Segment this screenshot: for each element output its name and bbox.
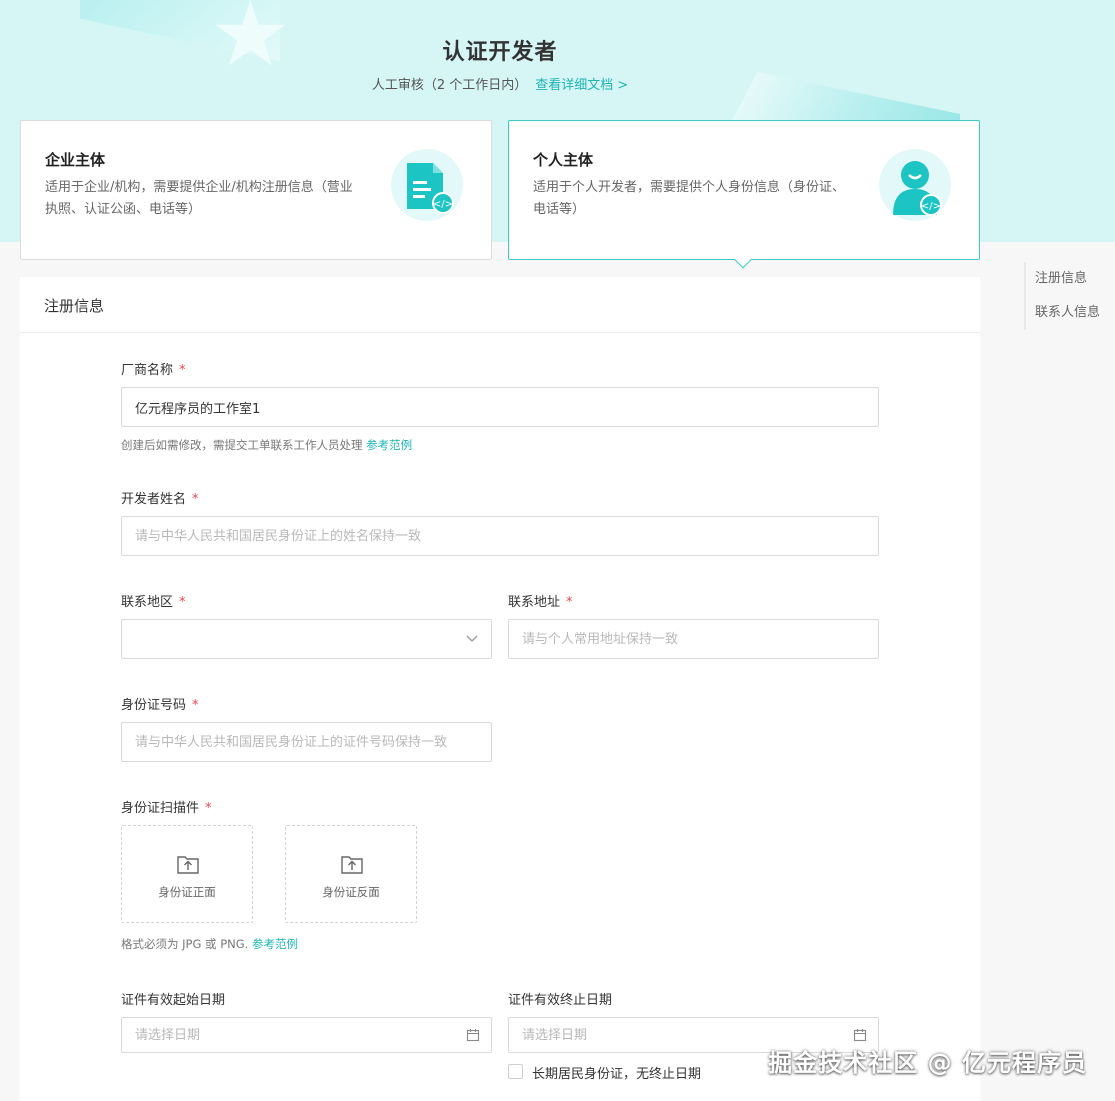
person-code-icon: </> xyxy=(879,149,951,221)
anchor-registration-info[interactable]: 注册信息 xyxy=(1035,262,1100,296)
svg-text:</>: </> xyxy=(921,201,941,212)
example-link[interactable]: 参考范例 xyxy=(366,438,412,452)
folder-upload-icon xyxy=(177,856,199,874)
svg-text:</>: </> xyxy=(433,199,453,210)
section-title: 注册信息 xyxy=(20,277,980,333)
label-text: 联系地址 xyxy=(508,595,561,610)
page-subtitle: 人工审核（2 个工作日内） 查看详细文档 > xyxy=(0,74,1000,93)
region-select[interactable] xyxy=(121,619,492,659)
vendor-name-input[interactable] xyxy=(121,387,879,427)
id-scan-hint: 格式必须为 JPG 或 PNG. 参考范例 xyxy=(121,936,298,952)
valid-start-label: 证件有效起始日期 xyxy=(121,993,226,1008)
valid-start-input[interactable] xyxy=(121,1017,492,1053)
registration-panel: 注册信息 厂商名称 * 创建后如需修改，需提交工单联系工作人员处理 参考范例 开发… xyxy=(20,277,980,1101)
valid-start-picker[interactable] xyxy=(121,1017,492,1053)
required-mark: * xyxy=(179,363,186,378)
watermark: 掘金技术社区 @ 亿元程序员 xyxy=(768,1049,1087,1077)
upload-id-back[interactable]: 身份证反面 xyxy=(285,825,417,923)
upload-label: 身份证正面 xyxy=(158,885,216,899)
developer-name-label: 开发者姓名 * xyxy=(121,488,199,507)
anchor-nav: 注册信息 联系人信息 xyxy=(1024,262,1100,330)
card-title: 个人主体 xyxy=(533,151,594,169)
id-scan-label: 身份证扫描件 * xyxy=(121,797,212,816)
required-mark: * xyxy=(566,595,573,610)
review-note: 人工审核（2 个工作日内） xyxy=(371,78,528,93)
card-desc: 适用于企业/机构，需要提供企业/机构注册信息（营业执照、认证公函、电话等） xyxy=(45,180,353,217)
upload-id-front[interactable]: 身份证正面 xyxy=(121,825,253,923)
required-mark: * xyxy=(192,492,199,507)
calendar-icon xyxy=(853,1029,867,1042)
region-label: 联系地区 * xyxy=(121,591,186,610)
label-text: 身份证号码 xyxy=(121,698,187,713)
enterprise-card[interactable]: 企业主体 适用于企业/机构，需要提供企业/机构注册信息（营业执照、认证公函、电话… xyxy=(20,120,492,260)
address-input[interactable] xyxy=(508,619,879,659)
label-text: 联系地区 xyxy=(121,595,174,610)
vendor-name-label: 厂商名称 * xyxy=(121,359,186,378)
page-title: 认证开发者 xyxy=(442,40,558,65)
doc-link[interactable]: 查看详细文档 xyxy=(535,78,613,93)
hint-text: 格式必须为 JPG 或 PNG. xyxy=(121,937,249,951)
card-title: 企业主体 xyxy=(45,151,106,169)
id-number-input[interactable] xyxy=(121,722,492,762)
document-code-icon: </> xyxy=(391,149,463,221)
card-desc: 适用于个人开发者，需要提供个人身份信息（身份证、电话等） xyxy=(533,180,846,217)
required-mark: * xyxy=(192,698,199,713)
long-term-label: 长期居民身份证，无终止日期 xyxy=(532,1067,702,1082)
chevron-right-icon: > xyxy=(617,78,629,93)
developer-name-input[interactable] xyxy=(121,516,879,556)
example-link[interactable]: 参考范例 xyxy=(252,937,298,951)
vendor-name-hint: 创建后如需修改，需提交工单联系工作人员处理 参考范例 xyxy=(121,437,412,453)
label-text: 开发者姓名 xyxy=(121,492,187,507)
anchor-contact-info[interactable]: 联系人信息 xyxy=(1035,296,1100,330)
calendar-icon xyxy=(466,1029,480,1042)
folder-upload-icon xyxy=(341,856,363,874)
valid-end-label: 证件有效终止日期 xyxy=(508,993,613,1008)
long-term-checkbox[interactable] xyxy=(508,1064,523,1079)
personal-card[interactable]: 个人主体 适用于个人开发者，需要提供个人身份信息（身份证、电话等） </> xyxy=(508,120,980,260)
required-mark: * xyxy=(179,595,186,610)
label-text: 身份证扫描件 xyxy=(121,801,200,816)
id-number-label: 身份证号码 * xyxy=(121,694,199,713)
label-text: 厂商名称 xyxy=(121,363,174,378)
upload-label: 身份证反面 xyxy=(322,885,380,899)
hint-text: 创建后如需修改，需提交工单联系工作人员处理 xyxy=(121,438,363,452)
required-mark: * xyxy=(205,801,212,816)
address-label: 联系地址 * xyxy=(508,591,573,610)
chevron-down-icon xyxy=(466,635,478,642)
